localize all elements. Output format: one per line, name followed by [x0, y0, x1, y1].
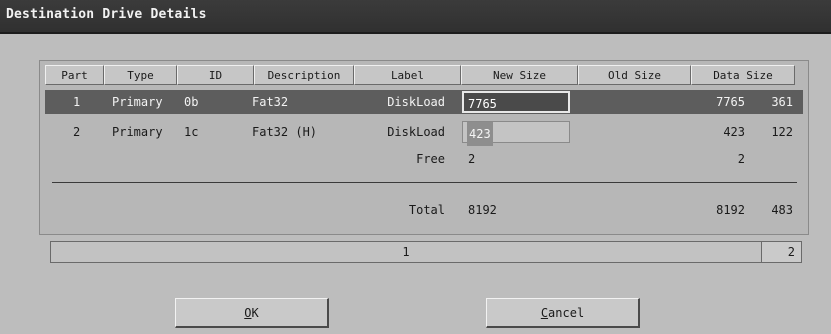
cancel-button[interactable]: Cancel [486, 298, 640, 328]
total-old-size: 8192 [716, 203, 745, 217]
free-old-size: 2 [737, 152, 745, 166]
column-header-label[interactable]: Label [354, 65, 461, 85]
free-new-size: 2 [468, 152, 476, 166]
destination-drive-dialog: Destination Drive Details Part Type ID D… [0, 0, 831, 334]
cell-description: Fat32 [252, 95, 289, 109]
cell-old-size: 7765 [716, 95, 745, 109]
cell-part: 2 [73, 125, 81, 139]
cell-label: DiskLoad [387, 125, 445, 139]
cell-data-size: 361 [771, 95, 793, 109]
column-header-new-size[interactable]: New Size [461, 65, 578, 85]
table-header: Part Type ID Description Label New Size … [45, 65, 798, 87]
total-label: Total [408, 203, 445, 217]
ok-mnemonic: O [244, 306, 252, 320]
column-header-part[interactable]: Part [45, 65, 104, 85]
partition-segment-1[interactable]: 1 [51, 242, 761, 262]
cell-id: 1c [184, 125, 199, 139]
column-header-description[interactable]: Description [254, 65, 354, 85]
column-header-type[interactable]: Type [104, 65, 177, 85]
column-header-id[interactable]: ID [177, 65, 254, 85]
cell-description: Fat32 (H) [252, 125, 318, 139]
total-data-size: 483 [771, 203, 793, 217]
table-row[interactable]: 2 Primary 1c Fat32 (H) DiskLoad 423 423 … [45, 120, 803, 146]
column-header-old-size[interactable]: Old Size [578, 65, 691, 85]
partition-segment-2[interactable]: 2 [761, 242, 801, 262]
cell-type: Primary [112, 125, 163, 139]
ok-label: K [251, 306, 259, 320]
cell-old-size: 423 [723, 125, 745, 139]
total-row: Total 8192 8192 483 [45, 198, 803, 222]
ok-button[interactable]: OK [175, 298, 329, 328]
cancel-label: ancel [548, 306, 585, 320]
dialog-title: Destination Drive Details [6, 7, 207, 22]
partition-layout-bar: 1 2 [50, 241, 802, 263]
total-divider [52, 182, 797, 183]
total-new-size: 8192 [468, 203, 497, 217]
free-label: Free [416, 152, 445, 166]
cell-part: 1 [73, 95, 81, 109]
new-size-input[interactable]: 423 [462, 121, 570, 146]
cell-id: 0b [184, 95, 199, 109]
free-space-row: Free 2 2 [45, 147, 803, 171]
new-size-input[interactable]: 7765 [462, 91, 570, 113]
table-row[interactable]: 1 Primary 0b Fat32 DiskLoad 7765 7765 36… [45, 90, 803, 114]
cell-data-size: 122 [771, 125, 793, 139]
cell-label: DiskLoad [387, 95, 445, 109]
cancel-mnemonic: C [540, 306, 549, 320]
new-size-value: 423 [467, 122, 493, 146]
cell-type: Primary [112, 95, 163, 109]
title-bar: Destination Drive Details [0, 0, 831, 34]
column-header-data-size[interactable]: Data Size [691, 65, 795, 85]
